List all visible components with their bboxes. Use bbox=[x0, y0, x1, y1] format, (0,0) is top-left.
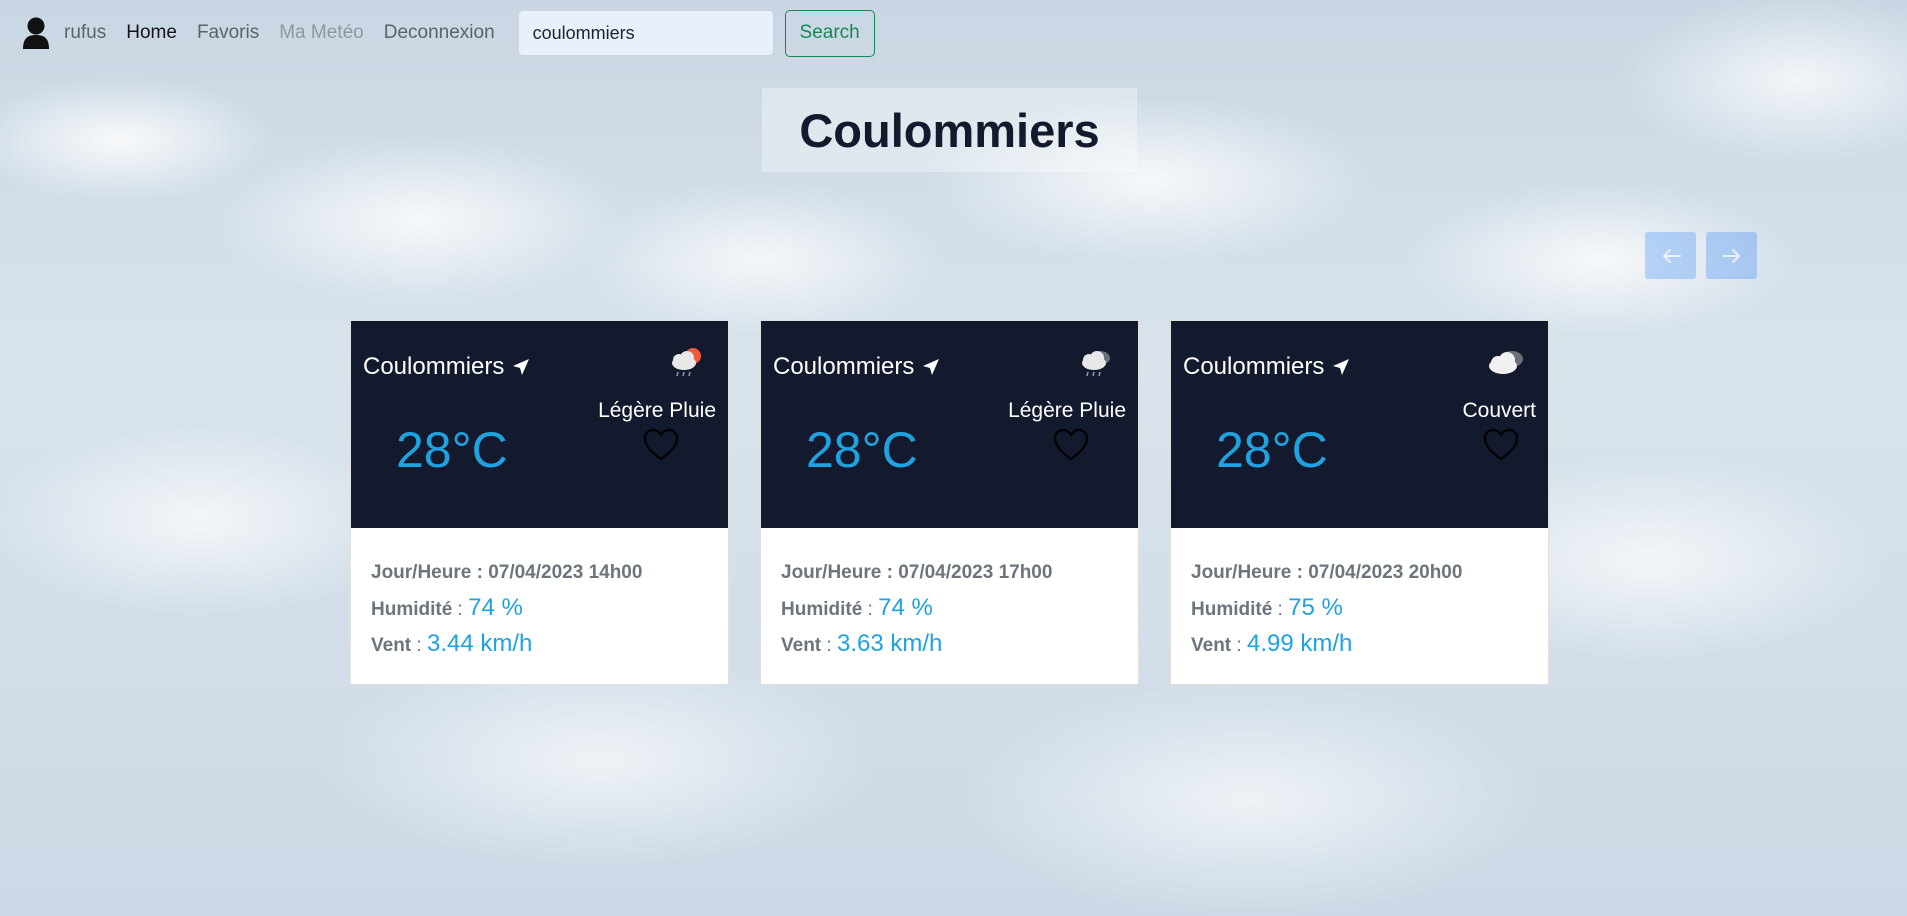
arrow-right-icon bbox=[1721, 248, 1740, 263]
card-humidity: Humidité : 75 % bbox=[1191, 594, 1343, 621]
navbar: rufus Home Favoris Ma Metéo Deconnexion … bbox=[0, 0, 1907, 66]
humidity-value: 74 % bbox=[878, 594, 933, 621]
location-arrow-icon bbox=[923, 359, 940, 375]
nav-ma-meteo-link[interactable]: Ma Metéo bbox=[279, 22, 363, 44]
humidity-label: Humidité bbox=[371, 599, 453, 620]
previous-button[interactable] bbox=[1645, 232, 1696, 279]
page-title: Coulommiers bbox=[799, 103, 1100, 157]
wind-value: 3.63 km/h bbox=[836, 630, 943, 657]
wind-label: Vent bbox=[1191, 635, 1232, 656]
nav-favoris-link[interactable]: Favoris bbox=[197, 22, 259, 44]
humidity-label: Humidité bbox=[781, 599, 863, 620]
overcast-icon bbox=[1489, 351, 1523, 374]
card-temperature: 28°C bbox=[1216, 422, 1328, 478]
card-temperature: 28°C bbox=[396, 422, 508, 478]
heart-icon[interactable] bbox=[1053, 428, 1089, 461]
forecast-card-body: Jour/Heure : 07/04/2023 17h00 Humidité :… bbox=[761, 528, 1138, 658]
card-description: Couvert bbox=[1462, 399, 1536, 422]
location-arrow-icon bbox=[513, 359, 530, 375]
card-temperature: 28°C bbox=[806, 422, 918, 478]
rain-sun-icon bbox=[672, 348, 701, 377]
wind-label: Vent bbox=[781, 635, 822, 656]
humidity-value: 74 % bbox=[468, 594, 523, 621]
arrow-left-icon bbox=[1662, 248, 1681, 263]
forecast-card-body: Jour/Heure : 07/04/2023 14h00 Humidité :… bbox=[351, 528, 728, 658]
heart-icon[interactable] bbox=[1483, 428, 1519, 461]
card-description: Légère Pluie bbox=[1008, 399, 1126, 422]
forecast-card-header: Coulommiers Couvert 28°C bbox=[1171, 321, 1548, 528]
forecast-card-header: Coulommiers Légère Pluie 28°C bbox=[761, 321, 1138, 528]
forecast-card-header: Coulommiers Légère Pluie 28°C bbox=[351, 321, 728, 528]
forecast-card-body: Jour/Heure : 07/04/2023 20h00 Humidité :… bbox=[1171, 528, 1548, 658]
card-city-label: Coulommiers bbox=[363, 353, 505, 380]
forecast-card: Coulommiers Légère Pluie 28°C Jour/Heure… bbox=[760, 320, 1139, 685]
card-city: Coulommiers bbox=[1183, 353, 1350, 381]
card-date: Jour/Heure : 07/04/2023 20h00 bbox=[1191, 562, 1463, 583]
user-icon bbox=[22, 15, 52, 51]
heart-icon[interactable] bbox=[643, 428, 679, 461]
wind-value: 4.99 km/h bbox=[1246, 630, 1353, 657]
nav-home-link[interactable]: Home bbox=[126, 22, 177, 44]
card-city-label: Coulommiers bbox=[1183, 353, 1325, 380]
page-title-box: Coulommiers bbox=[762, 88, 1137, 172]
card-wind: Vent : 4.99 km/h bbox=[1191, 630, 1353, 657]
search-input[interactable] bbox=[517, 10, 774, 56]
card-city-label: Coulommiers bbox=[773, 353, 915, 380]
forecast-card: Coulommiers Légère Pluie 28°C Jour/Heure… bbox=[350, 320, 729, 685]
card-city: Coulommiers bbox=[363, 353, 530, 381]
card-date: Jour/Heure : 07/04/2023 14h00 bbox=[371, 562, 643, 583]
card-description: Légère Pluie bbox=[598, 399, 716, 422]
wind-label: Vent bbox=[371, 635, 412, 656]
nav-deconnexion-link[interactable]: Deconnexion bbox=[384, 22, 495, 44]
humidity-value: 75 % bbox=[1288, 594, 1343, 621]
nav-username[interactable]: rufus bbox=[64, 22, 106, 44]
rain-cloud-icon bbox=[1082, 351, 1110, 377]
humidity-label: Humidité bbox=[1191, 599, 1273, 620]
location-arrow-icon bbox=[1333, 359, 1350, 375]
card-date: Jour/Heure : 07/04/2023 17h00 bbox=[781, 562, 1053, 583]
search-button[interactable]: Search bbox=[784, 9, 875, 57]
next-button[interactable] bbox=[1706, 232, 1757, 279]
card-humidity: Humidité : 74 % bbox=[781, 594, 933, 621]
card-wind: Vent : 3.44 km/h bbox=[371, 630, 533, 657]
card-wind: Vent : 3.63 km/h bbox=[781, 630, 943, 657]
card-city: Coulommiers bbox=[773, 353, 940, 381]
forecast-card: Coulommiers Couvert 28°C Jour/Heure : 07… bbox=[1170, 320, 1549, 685]
wind-value: 3.44 km/h bbox=[426, 630, 533, 657]
card-humidity: Humidité : 74 % bbox=[371, 594, 523, 621]
